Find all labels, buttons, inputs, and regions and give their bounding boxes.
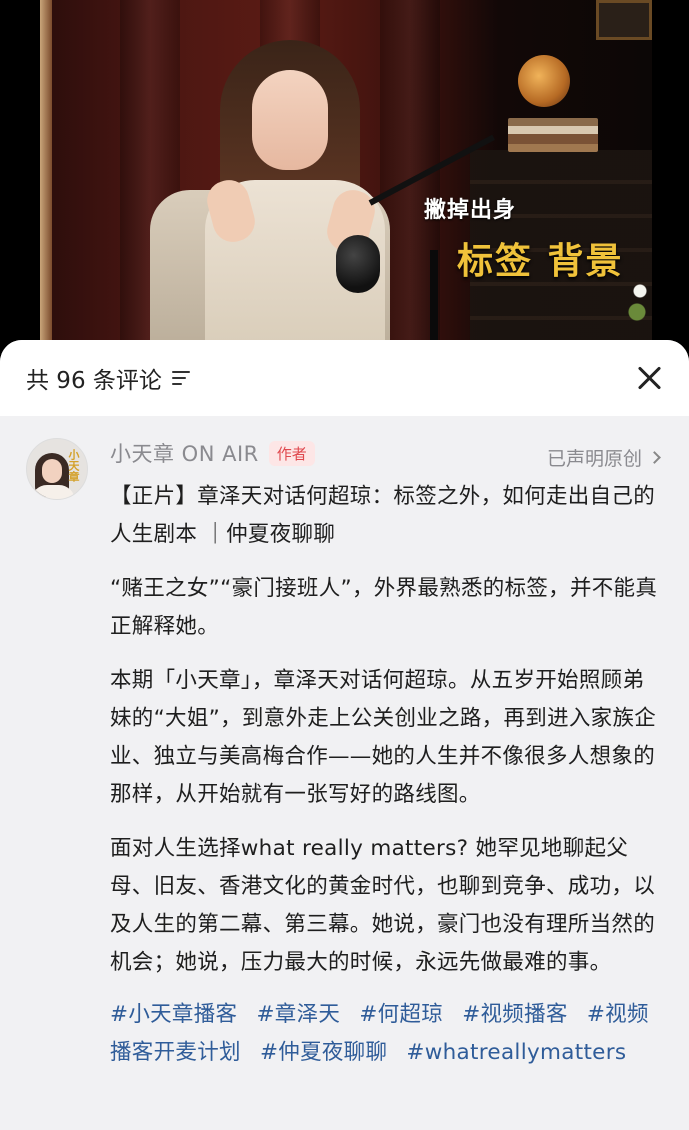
hashtag-link[interactable]: #小天章播客 xyxy=(110,1002,237,1027)
video-player[interactable]: 撇掉出身 标签 背景 xyxy=(0,0,689,360)
hashtag-link[interactable]: #何超琼 xyxy=(359,1002,443,1027)
author-post: 小天章 小天章 ON AIR 作者 已声明原创 【正片】章泽天对话何超琼：标签之… xyxy=(0,416,689,1072)
original-claim-label: 已声明原创 xyxy=(546,448,642,470)
books xyxy=(508,118,598,152)
avatar[interactable]: 小天章 xyxy=(26,438,88,500)
post-paragraph: 本期「小天章」，章泽天对话何超琼。从五岁开始照顾弟妹的“大姐”，到意外走上公关创… xyxy=(110,668,657,807)
author-name[interactable]: 小天章 ON AIR xyxy=(110,438,259,468)
close-icon[interactable] xyxy=(633,362,665,394)
video-caption-line1: 撇掉出身 xyxy=(424,198,517,223)
original-claim-link[interactable]: 已声明原创 xyxy=(546,444,661,471)
microphone xyxy=(336,235,380,293)
hashtag-link[interactable]: #章泽天 xyxy=(256,1002,340,1027)
comments-sheet: 共 96 条评论 小天章 小天章 ON AIR 作者 已声明原创 【正片】章泽天… xyxy=(0,340,689,1130)
wall-picture xyxy=(596,0,652,40)
guest-person xyxy=(190,40,390,360)
hashtag-link[interactable]: #whatreallymatters xyxy=(406,1040,626,1065)
flower xyxy=(625,270,652,340)
background-light xyxy=(40,0,52,360)
comments-count-title: 共 96 条评论 xyxy=(26,368,162,394)
avatar-logo-text: 小天章 xyxy=(67,449,80,482)
post-title: 【正片】章泽天对话何超琼：标签之外，如何走出自己的人生剧本 ｜仲夏夜聊聊 xyxy=(110,484,656,547)
hashtag-list: #小天章播客 #章泽天 #何超琼 #视频播客 #视频播客开麦计划 #仲夏夜聊聊 … xyxy=(110,996,661,1072)
post-paragraph: 面对人生选择what really matters? 她罕见地聊起父母、旧友、香… xyxy=(110,836,656,975)
filter-sort-icon[interactable] xyxy=(171,371,190,385)
video-frame xyxy=(40,0,652,360)
video-caption-line2: 标签 背景 xyxy=(457,241,624,282)
face xyxy=(252,70,328,170)
hashtag-link[interactable]: #仲夏夜聊聊 xyxy=(260,1040,387,1065)
comments-header: 共 96 条评论 xyxy=(0,340,689,416)
lamp xyxy=(518,55,570,107)
chevron-right-icon xyxy=(648,451,661,464)
hashtag-link[interactable]: #视频播客 xyxy=(462,1002,568,1027)
post-paragraph: “赌王之女”“豪门接班人”，外界最熟悉的标签，并不能真正解释她。 xyxy=(110,576,658,639)
author-badge: 作者 xyxy=(268,440,315,466)
